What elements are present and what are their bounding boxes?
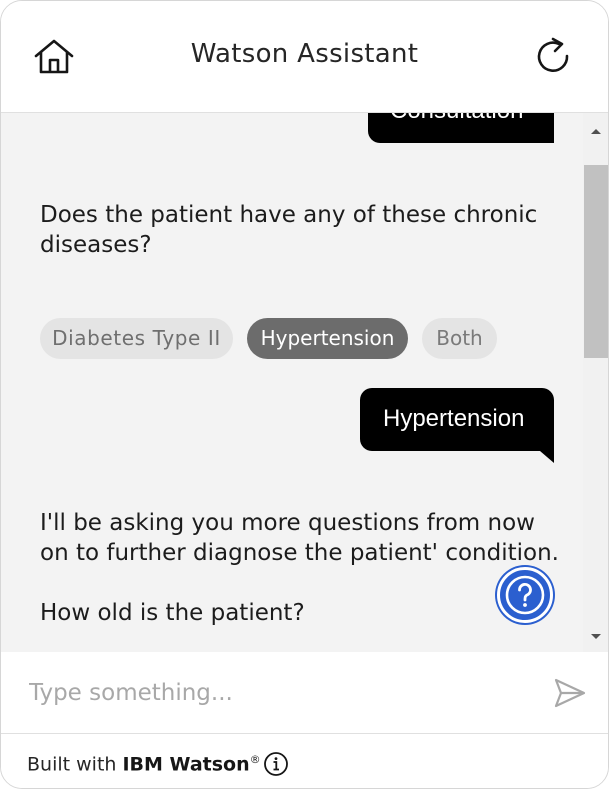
user-message-text: Hypertension — [383, 405, 525, 432]
scroll-down-arrow[interactable] — [584, 628, 608, 642]
built-with-text: Built with IBM Watson® — [27, 753, 261, 775]
user-message: Consultation — [368, 113, 554, 143]
send-icon — [554, 678, 586, 708]
option-diabetes-button[interactable]: Diabetes Type II — [40, 318, 233, 359]
bubble-tail — [540, 451, 554, 463]
chat-widget: Watson Assistant Consultation Does the p… — [0, 0, 609, 789]
trademark-symbol: ® — [249, 753, 261, 766]
triangle-up-icon — [591, 129, 601, 134]
bot-message: How old is the patient? — [40, 600, 305, 626]
user-message: Hypertension — [360, 388, 554, 463]
user-message-text: Consultation — [390, 113, 534, 125]
footer: Built with IBM Watson® — [1, 734, 608, 788]
option-hypertension-button[interactable]: Hypertension — [247, 318, 408, 359]
info-icon — [264, 752, 288, 776]
option-both-button[interactable]: Both — [422, 318, 497, 359]
question-mark-icon — [505, 575, 545, 615]
chat-header: Watson Assistant — [1, 1, 608, 113]
scrollbar-thumb[interactable] — [584, 165, 608, 358]
restart-button[interactable] — [531, 36, 577, 80]
help-button[interactable] — [497, 567, 553, 623]
send-button[interactable] — [552, 675, 588, 711]
bot-message: Does the patient have any of these chron… — [40, 202, 538, 258]
restart-icon — [537, 37, 569, 72]
info-button[interactable] — [263, 751, 289, 777]
triangle-down-icon — [591, 634, 601, 639]
header-title: Watson Assistant — [190, 39, 419, 69]
scroll-up-arrow[interactable] — [584, 123, 608, 137]
bot-message: I'll be asking you more questions from n… — [40, 510, 559, 566]
built-with-label: Built with — [27, 753, 117, 776]
brand-name: IBM Watson — [122, 753, 250, 776]
message-input-bar — [1, 652, 608, 734]
conversation-area: Consultation Does the patient have any o… — [1, 113, 608, 652]
message-input[interactable] — [29, 673, 529, 713]
